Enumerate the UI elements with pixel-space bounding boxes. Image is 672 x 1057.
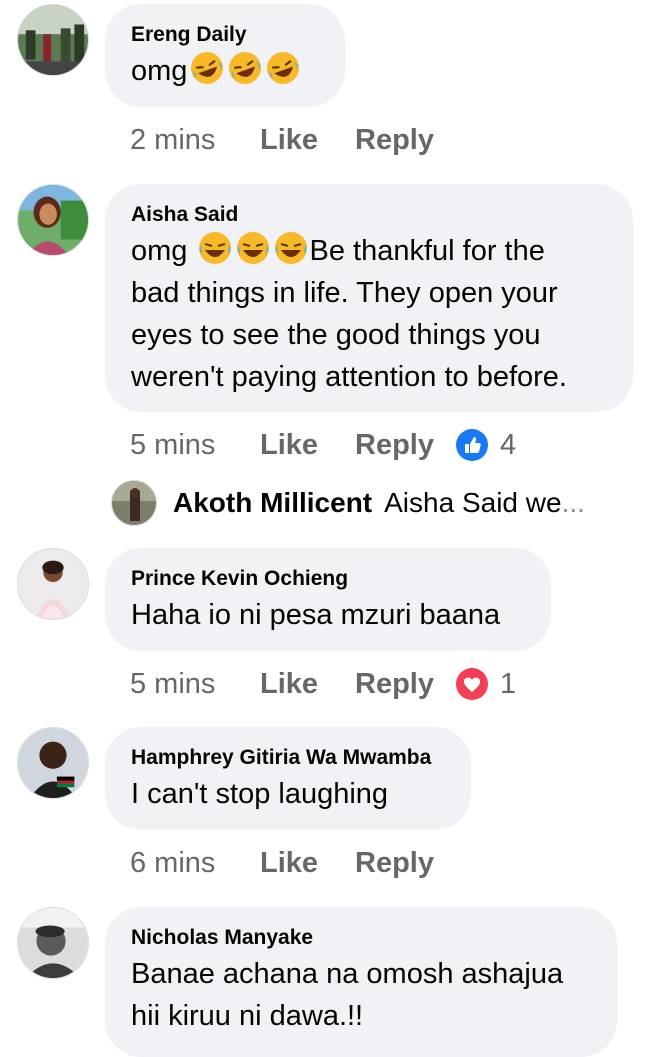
comment-author[interactable]: Ereng Daily (131, 22, 319, 48)
comment-text: I can't stop laughing (131, 778, 389, 810)
comment-text: omg (131, 50, 319, 92)
joy-emoji-icon (199, 232, 232, 264)
comment-text-content: omg (131, 235, 196, 267)
comment-author[interactable]: Aisha Said (131, 202, 607, 228)
rofl-emoji-icon (267, 52, 300, 84)
comment-actions: 5 mins Like Reply 4 (130, 425, 516, 465)
joy-emoji-icon (237, 232, 270, 264)
comment-author[interactable]: Nicholas Manyake (131, 925, 591, 951)
like-button[interactable]: Like (260, 429, 355, 462)
comment-actions: 2 mins Like Reply (130, 120, 456, 160)
reply-button[interactable]: Reply (355, 847, 434, 880)
comment-actions: 5 mins Like Reply 1 (130, 664, 516, 704)
reply-snippet-ellipsis: ... (561, 487, 585, 518)
reply-preview[interactable]: Akoth Millicent Aisha Said we... (111, 478, 585, 528)
reaction-count: 1 (499, 667, 517, 700)
comment-text-content: Be thankful for the (309, 235, 545, 267)
reaction-summary[interactable]: 1 (455, 667, 517, 701)
love-reaction-icon (455, 668, 488, 700)
comment-text-content: omg (131, 55, 188, 87)
reaction-count: 4 (499, 428, 517, 461)
avatar-image (18, 5, 88, 75)
rofl-emoji-icon (229, 52, 262, 84)
avatar-image (112, 481, 156, 525)
comment-timestamp[interactable]: 6 mins (130, 847, 260, 880)
reply-button[interactable]: Reply (355, 429, 434, 462)
comment-timestamp[interactable]: 5 mins (130, 668, 260, 701)
reply-button[interactable]: Reply (355, 124, 434, 157)
avatar[interactable] (111, 480, 157, 526)
joy-emoji-icon (275, 232, 308, 264)
like-button[interactable]: Like (260, 124, 355, 157)
comment-bubble: Hamphrey Gitiria Wa Mwamba I can't stop … (105, 727, 471, 830)
avatar-image (18, 908, 88, 978)
reaction-summary[interactable]: 4 (455, 428, 517, 462)
comment-author[interactable]: Prince Kevin Ochieng (131, 566, 525, 592)
comment-text: Banae achana na omosh ashajua hii kiruu … (131, 958, 564, 1032)
comment-bubble: Ereng Daily omg (105, 4, 345, 107)
comment-text: omg Be thankful for the bad things in li… (131, 230, 607, 398)
avatar-image (18, 549, 88, 619)
like-button[interactable]: Like (260, 668, 355, 701)
rofl-emoji-icon (191, 52, 224, 84)
avatar[interactable] (17, 907, 89, 979)
avatar[interactable] (17, 548, 89, 620)
comment-bubble: Nicholas Manyake Banae achana na omosh a… (105, 907, 617, 1057)
like-reaction-icon (455, 429, 488, 461)
avatar-image (18, 728, 88, 798)
reply-snippet: Aisha Said we (384, 487, 562, 518)
reply-button[interactable]: Reply (355, 668, 434, 701)
comment-bubble: Aisha Said omg Be thankful for the bad t… (105, 184, 633, 412)
like-button[interactable]: Like (260, 847, 355, 880)
comment-timestamp[interactable]: 2 mins (130, 124, 260, 157)
avatar[interactable] (17, 184, 89, 256)
reply-author[interactable]: Akoth Millicent (173, 487, 372, 519)
avatar[interactable] (17, 4, 89, 76)
comment-text-content: bad things in life. They open your eyes … (131, 277, 567, 393)
comment-actions: 6 mins Like Reply (130, 843, 456, 883)
comment-timestamp[interactable]: 5 mins (130, 429, 260, 462)
avatar-image (18, 185, 88, 255)
comment-author[interactable]: Hamphrey Gitiria Wa Mwamba (131, 745, 445, 771)
comment-bubble: Prince Kevin Ochieng Haha io ni pesa mzu… (105, 548, 551, 651)
avatar[interactable] (17, 727, 89, 799)
comment-text: Haha io ni pesa mzuri baana (131, 599, 501, 631)
